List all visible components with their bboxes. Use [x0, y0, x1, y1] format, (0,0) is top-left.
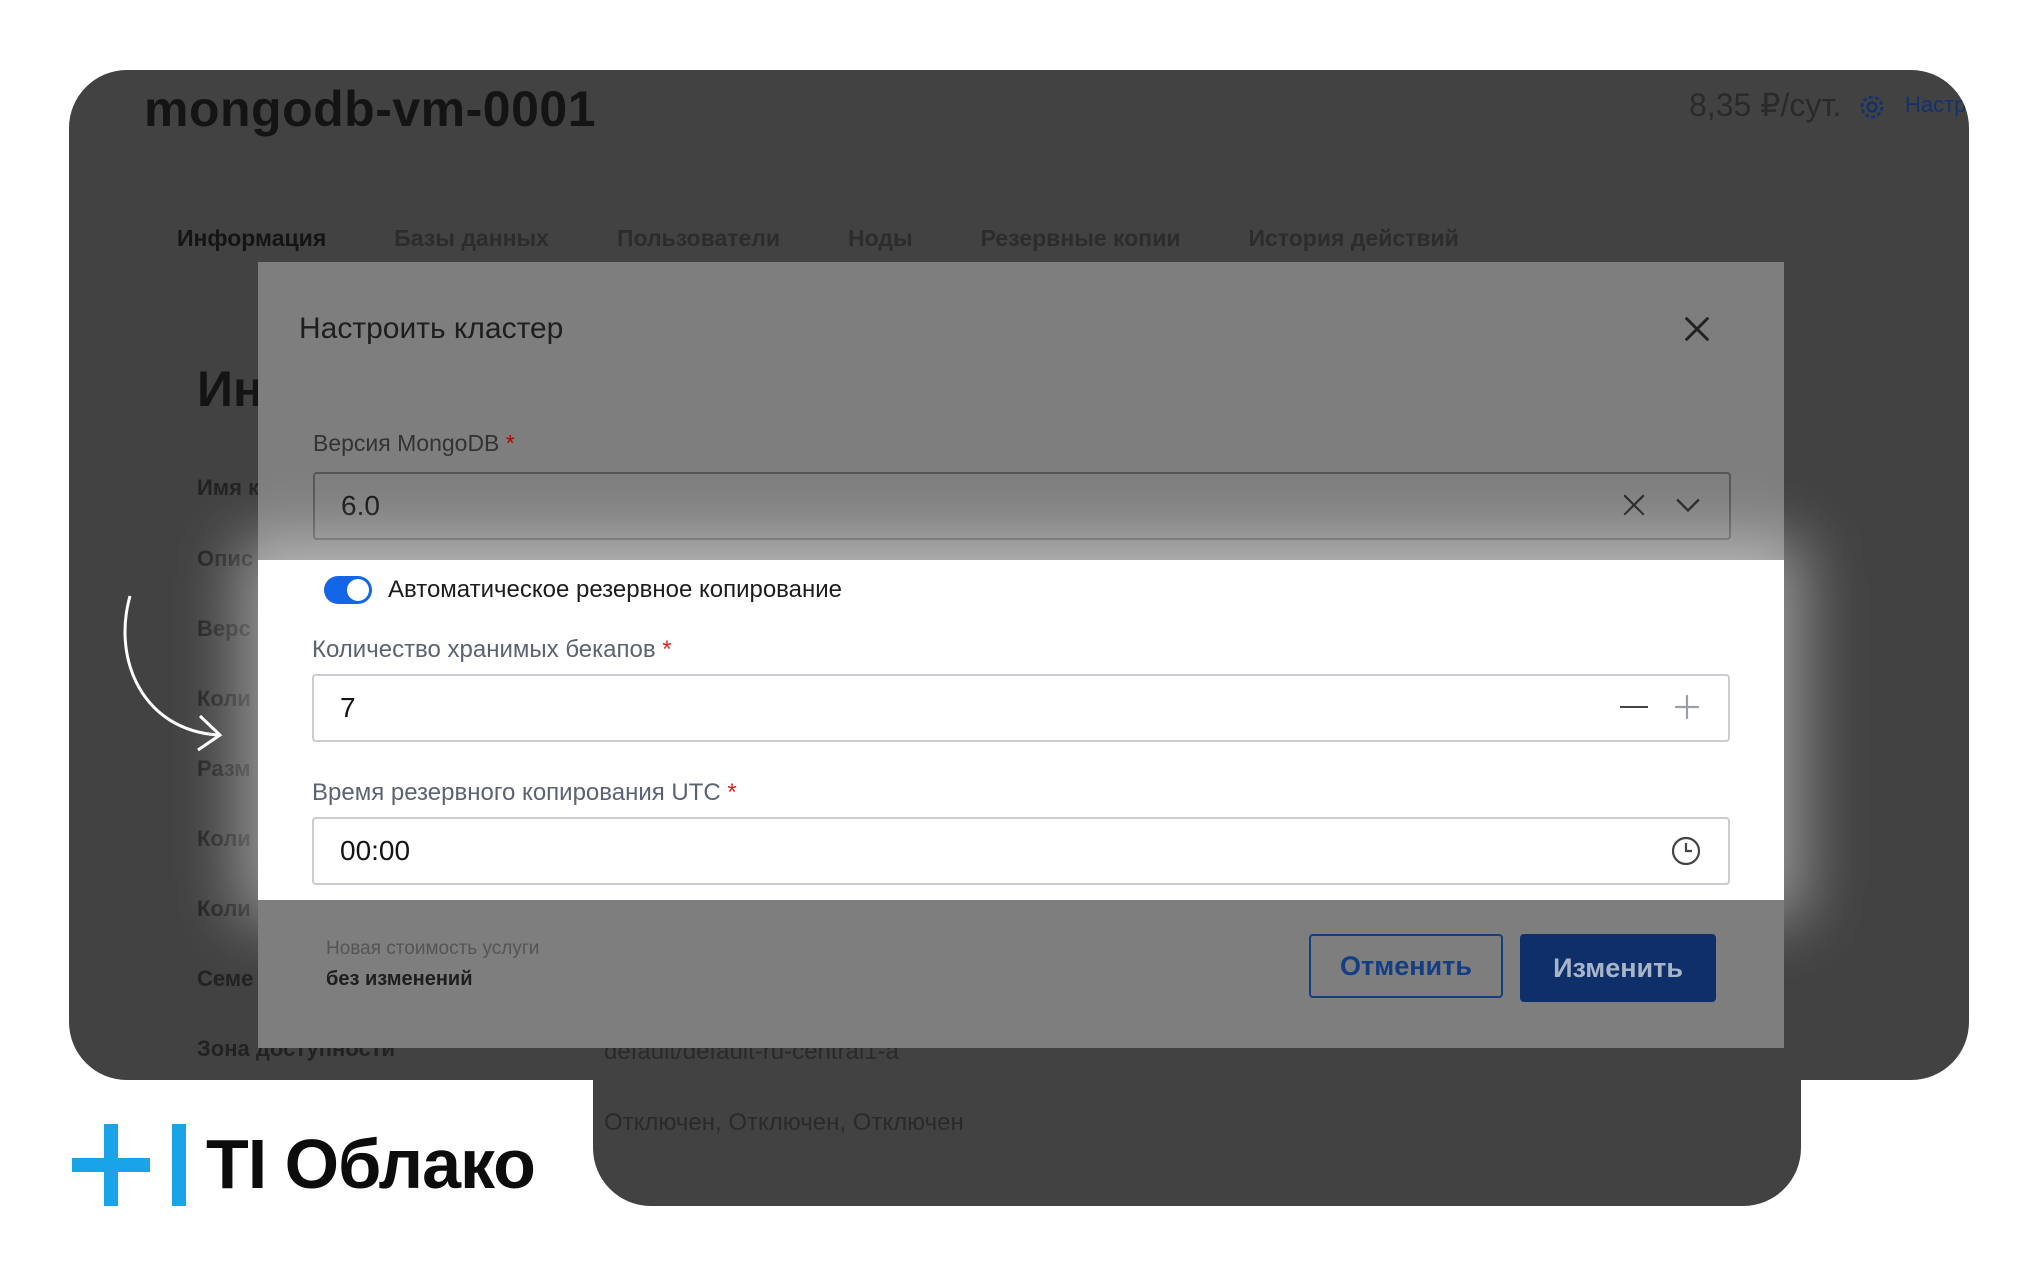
- cancel-button[interactable]: Отменить: [1309, 934, 1503, 998]
- new-cost-value: без изменений: [326, 968, 473, 990]
- tab-backups[interactable]: Резервные копии: [981, 225, 1181, 252]
- brand-name: TI Облако: [206, 1125, 536, 1203]
- auto-backup-toggle[interactable]: [324, 576, 372, 604]
- auto-backup-label: Автоматическое резервное копирование: [388, 576, 843, 603]
- tab-history[interactable]: История действий: [1248, 225, 1458, 252]
- info-row-label: Семе: [197, 966, 254, 991]
- tab-info[interactable]: Информация: [177, 225, 326, 252]
- info-row-label: Имя к: [197, 475, 260, 500]
- info-row-label: Коли: [197, 826, 251, 851]
- info-row-label: Коли: [197, 896, 251, 921]
- section-title: Ин: [197, 361, 264, 417]
- backups-count-label: Количество хранимых бекапов *: [312, 636, 672, 663]
- annotation-arrow-icon: [123, 595, 223, 752]
- version-label: Версия MongoDB *: [313, 430, 515, 456]
- backups-count-stepper[interactable]: 7: [312, 674, 1730, 742]
- backup-time-value: 00:00: [340, 835, 411, 866]
- settings-link[interactable]: Настро: [1905, 92, 1969, 118]
- tab-users[interactable]: Пользователи: [617, 225, 780, 252]
- minus-icon[interactable]: [1620, 706, 1648, 708]
- version-select[interactable]: 6.0: [313, 472, 1731, 540]
- info-row-value: Отключен, Отключен, Отключен: [604, 1109, 964, 1136]
- backups-count-value: 7: [340, 692, 356, 723]
- dialog-footer: Новая стоимость услуги без изменений Отм…: [258, 900, 1784, 1048]
- price-per-day: 8,35 ₽/сут.: [1689, 87, 1842, 123]
- chevron-down-icon[interactable]: [1675, 496, 1701, 514]
- gear-icon[interactable]: [1857, 92, 1887, 122]
- backup-settings-panel: Автоматическое резервное копирование Кол…: [258, 560, 1784, 900]
- tab-bar: Информация Базы данных Пользователи Ноды…: [177, 225, 1459, 252]
- info-row-label: Опис: [197, 546, 254, 571]
- backup-time-field[interactable]: 00:00: [312, 817, 1730, 885]
- tab-nodes[interactable]: Ноды: [848, 225, 913, 252]
- toggle-knob: [347, 579, 369, 601]
- plus-icon[interactable]: [1674, 694, 1700, 720]
- version-value: 6.0: [341, 490, 380, 521]
- brand-logo-icon: [72, 1124, 186, 1206]
- submit-button[interactable]: Изменить: [1520, 934, 1716, 1002]
- page-title: mongodb-vm-0001: [144, 81, 597, 137]
- configure-cluster-dialog: Настроить кластер Версия MongoDB * 6.0: [258, 262, 1784, 560]
- backup-time-label: Время резервного копирования UTC *: [312, 779, 737, 806]
- dialog-title: Настроить кластер: [299, 312, 564, 345]
- clear-icon[interactable]: [1621, 492, 1647, 518]
- close-icon[interactable]: [1682, 314, 1712, 344]
- tab-databases[interactable]: Базы данных: [394, 225, 549, 252]
- clock-icon[interactable]: [1670, 835, 1702, 867]
- new-cost-label: Новая стоимость услуги: [326, 938, 540, 959]
